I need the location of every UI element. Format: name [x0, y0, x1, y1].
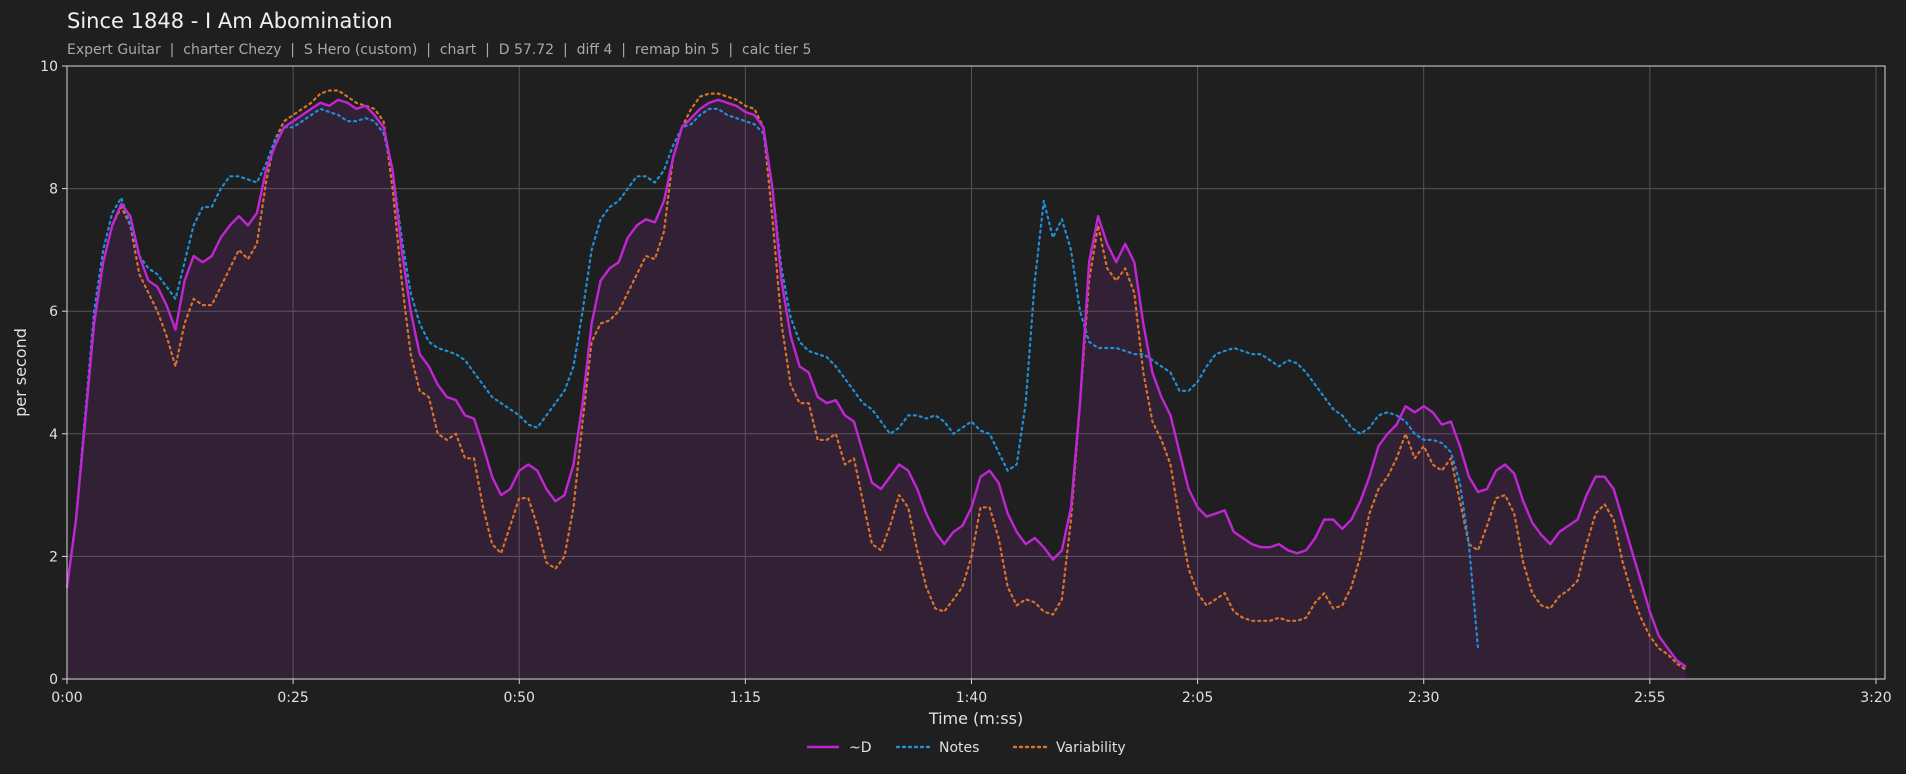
series-layer	[65, 89, 1688, 679]
x-tick-label: 0:25	[277, 690, 308, 706]
y-axis-label: per second	[11, 328, 30, 417]
x-tick-label: 1:15	[730, 690, 761, 706]
x-tick-label: 0:50	[504, 690, 535, 706]
x-tick-label: 2:55	[1634, 690, 1665, 706]
chart: Since 1848 - I Am Abomination Expert Gui…	[11, 9, 1892, 756]
x-tick-label: 3:20	[1860, 690, 1891, 706]
x-tick-label: 2:30	[1408, 690, 1439, 706]
y-tick-label: 4	[49, 427, 58, 443]
legend-label-d: ~D	[849, 740, 872, 756]
y-tick-label: 6	[49, 304, 58, 320]
x-tick-label: 2:05	[1182, 690, 1213, 706]
chart-subtitle: Expert Guitar | charter Chezy | S Hero (…	[67, 42, 811, 58]
legend-label-notes: Notes	[939, 740, 979, 756]
y-tick-label: 10	[40, 59, 58, 75]
series-area-d	[67, 99, 1686, 679]
x-axis-label: Time (m:ss)	[928, 709, 1023, 728]
x-tick-label: 0:00	[51, 690, 82, 706]
y-tick-label: 0	[49, 672, 58, 688]
legend-label-variability: Variability	[1056, 740, 1126, 756]
chart-title: Since 1848 - I Am Abomination	[67, 9, 393, 33]
y-tick-label: 2	[49, 549, 58, 565]
legend: ~D Notes Variability	[807, 740, 1126, 756]
y-tick-label: 8	[49, 182, 58, 198]
x-tick-label: 1:40	[956, 690, 987, 706]
